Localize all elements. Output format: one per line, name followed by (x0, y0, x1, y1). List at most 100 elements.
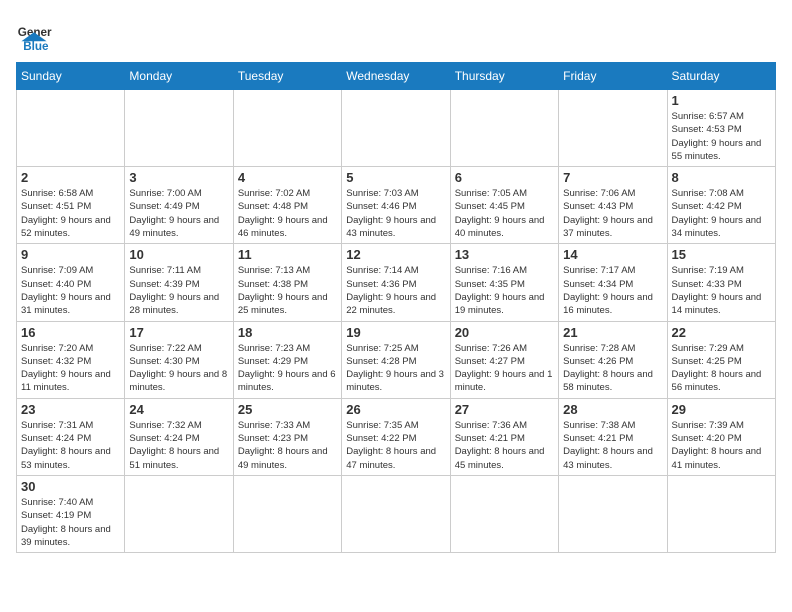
cell-day-number: 22 (672, 325, 771, 340)
calendar-cell: 24Sunrise: 7:32 AM Sunset: 4:24 PM Dayli… (125, 398, 233, 475)
cell-day-number: 6 (455, 170, 554, 185)
cell-info-text: Sunrise: 7:26 AM Sunset: 4:27 PM Dayligh… (455, 342, 554, 395)
cell-info-text: Sunrise: 7:02 AM Sunset: 4:48 PM Dayligh… (238, 187, 337, 240)
calendar-week-row: 1 Sunrise: 6:57 AM Sunset: 4:53 PM Daylig… (17, 90, 776, 167)
cell-day-number: 9 (21, 247, 120, 262)
cell-day-number: 23 (21, 402, 120, 417)
cell-info-text: Sunrise: 7:13 AM Sunset: 4:38 PM Dayligh… (238, 264, 337, 317)
cell-day-number: 21 (563, 325, 662, 340)
cell-day-number: 27 (455, 402, 554, 417)
calendar-cell: 28 Sunrise: 7:38 AM Sunset: 4:21 PM Dayli… (559, 398, 667, 475)
calendar-week-row: 30 Sunrise: 7:40 AM Sunset: 4:19 PM Dayli… (17, 475, 776, 552)
cell-day-number: 16 (21, 325, 120, 340)
cell-info-text: Sunrise: 7:33 AM Sunset: 4:23 PM Dayligh… (238, 419, 337, 472)
weekday-header-saturday: Saturday (667, 63, 775, 90)
cell-day-number: 7 (563, 170, 662, 185)
cell-info-text: Sunrise: 7:11 AM Sunset: 4:39 PM Dayligh… (129, 264, 228, 317)
calendar-cell (17, 90, 125, 167)
weekday-header-sunday: Sunday (17, 63, 125, 90)
cell-info-text: Sunrise: 7:23 AM Sunset: 4:29 PM Dayligh… (238, 342, 337, 395)
calendar-week-row: 2 Sunrise: 6:58 AM Sunset: 4:51 PM Daylig… (17, 167, 776, 244)
cell-day-number: 13 (455, 247, 554, 262)
cell-info-text: Sunrise: 7:05 AM Sunset: 4:45 PM Dayligh… (455, 187, 554, 240)
calendar-cell (125, 475, 233, 552)
cell-day-number: 12 (346, 247, 445, 262)
cell-day-number: 1 (672, 93, 771, 108)
cell-day-number: 28 (563, 402, 662, 417)
calendar-cell: 23 Sunrise: 7:31 AM Sunset: 4:24 PM Dayli… (17, 398, 125, 475)
calendar-cell (450, 475, 558, 552)
weekday-header-tuesday: Tuesday (233, 63, 341, 90)
cell-info-text: Sunrise: 7:00 AM Sunset: 4:49 PM Dayligh… (129, 187, 228, 240)
calendar-cell (559, 475, 667, 552)
cell-day-number: 5 (346, 170, 445, 185)
calendar-cell: 9 Sunrise: 7:09 AM Sunset: 4:40 PM Daylig… (17, 244, 125, 321)
calendar-cell: 3 Sunrise: 7:00 AM Sunset: 4:49 PM Daylig… (125, 167, 233, 244)
cell-day-number: 20 (455, 325, 554, 340)
cell-info-text: Sunrise: 7:09 AM Sunset: 4:40 PM Dayligh… (21, 264, 120, 317)
cell-day-number: 3 (129, 170, 228, 185)
svg-text:Blue: Blue (23, 40, 49, 52)
calendar-week-row: 16Sunrise: 7:20 AM Sunset: 4:32 PM Dayli… (17, 321, 776, 398)
calendar-cell (233, 90, 341, 167)
calendar-cell: 8 Sunrise: 7:08 AM Sunset: 4:42 PM Daylig… (667, 167, 775, 244)
cell-day-number: 18 (238, 325, 337, 340)
calendar-cell (559, 90, 667, 167)
cell-info-text: Sunrise: 6:58 AM Sunset: 4:51 PM Dayligh… (21, 187, 120, 240)
cell-info-text: Sunrise: 7:28 AM Sunset: 4:26 PM Dayligh… (563, 342, 662, 395)
cell-day-number: 29 (672, 402, 771, 417)
calendar-cell: 5 Sunrise: 7:03 AM Sunset: 4:46 PM Daylig… (342, 167, 450, 244)
logo: General Blue (16, 16, 56, 52)
calendar-cell (125, 90, 233, 167)
cell-info-text: Sunrise: 7:22 AM Sunset: 4:30 PM Dayligh… (129, 342, 228, 395)
calendar-cell: 7Sunrise: 7:06 AM Sunset: 4:43 PM Daylig… (559, 167, 667, 244)
cell-day-number: 14 (563, 247, 662, 262)
cell-day-number: 15 (672, 247, 771, 262)
calendar-cell: 27 Sunrise: 7:36 AM Sunset: 4:21 PM Dayli… (450, 398, 558, 475)
calendar-cell: 16Sunrise: 7:20 AM Sunset: 4:32 PM Dayli… (17, 321, 125, 398)
cell-day-number: 8 (672, 170, 771, 185)
calendar-cell: 29Sunrise: 7:39 AM Sunset: 4:20 PM Dayli… (667, 398, 775, 475)
cell-day-number: 2 (21, 170, 120, 185)
calendar-week-row: 9 Sunrise: 7:09 AM Sunset: 4:40 PM Daylig… (17, 244, 776, 321)
calendar-cell: 12 Sunrise: 7:14 AM Sunset: 4:36 PM Dayli… (342, 244, 450, 321)
calendar-cell (233, 475, 341, 552)
calendar-cell: 18 Sunrise: 7:23 AM Sunset: 4:29 PM Dayli… (233, 321, 341, 398)
cell-info-text: Sunrise: 7:36 AM Sunset: 4:21 PM Dayligh… (455, 419, 554, 472)
cell-day-number: 25 (238, 402, 337, 417)
cell-day-number: 30 (21, 479, 120, 494)
weekday-header-friday: Friday (559, 63, 667, 90)
cell-info-text: Sunrise: 7:03 AM Sunset: 4:46 PM Dayligh… (346, 187, 445, 240)
cell-info-text: Sunrise: 6:57 AM Sunset: 4:53 PM Dayligh… (672, 110, 771, 163)
calendar-cell: 6 Sunrise: 7:05 AM Sunset: 4:45 PM Daylig… (450, 167, 558, 244)
calendar-cell: 20 Sunrise: 7:26 AM Sunset: 4:27 PM Dayli… (450, 321, 558, 398)
calendar-cell: 15 Sunrise: 7:19 AM Sunset: 4:33 PM Dayli… (667, 244, 775, 321)
cell-info-text: Sunrise: 7:38 AM Sunset: 4:21 PM Dayligh… (563, 419, 662, 472)
calendar-cell: 11 Sunrise: 7:13 AM Sunset: 4:38 PM Dayli… (233, 244, 341, 321)
calendar-cell: 22 Sunrise: 7:29 AM Sunset: 4:25 PM Dayli… (667, 321, 775, 398)
calendar-cell (342, 90, 450, 167)
calendar: SundayMondayTuesdayWednesdayThursdayFrid… (16, 62, 776, 553)
cell-day-number: 19 (346, 325, 445, 340)
weekday-header-wednesday: Wednesday (342, 63, 450, 90)
cell-info-text: Sunrise: 7:25 AM Sunset: 4:28 PM Dayligh… (346, 342, 445, 395)
calendar-body: 1 Sunrise: 6:57 AM Sunset: 4:53 PM Daylig… (17, 90, 776, 553)
cell-info-text: Sunrise: 7:40 AM Sunset: 4:19 PM Dayligh… (21, 496, 120, 549)
cell-info-text: Sunrise: 7:32 AM Sunset: 4:24 PM Dayligh… (129, 419, 228, 472)
weekday-header-row: SundayMondayTuesdayWednesdayThursdayFrid… (17, 63, 776, 90)
cell-info-text: Sunrise: 7:31 AM Sunset: 4:24 PM Dayligh… (21, 419, 120, 472)
cell-info-text: Sunrise: 7:14 AM Sunset: 4:36 PM Dayligh… (346, 264, 445, 317)
calendar-cell: 26Sunrise: 7:35 AM Sunset: 4:22 PM Dayli… (342, 398, 450, 475)
calendar-cell (342, 475, 450, 552)
cell-day-number: 17 (129, 325, 228, 340)
cell-info-text: Sunrise: 7:35 AM Sunset: 4:22 PM Dayligh… (346, 419, 445, 472)
cell-info-text: Sunrise: 7:19 AM Sunset: 4:33 PM Dayligh… (672, 264, 771, 317)
weekday-header-monday: Monday (125, 63, 233, 90)
calendar-cell: 13 Sunrise: 7:16 AM Sunset: 4:35 PM Dayli… (450, 244, 558, 321)
calendar-cell: 21 Sunrise: 7:28 AM Sunset: 4:26 PM Dayli… (559, 321, 667, 398)
cell-info-text: Sunrise: 7:16 AM Sunset: 4:35 PM Dayligh… (455, 264, 554, 317)
calendar-cell: 17 Sunrise: 7:22 AM Sunset: 4:30 PM Dayli… (125, 321, 233, 398)
cell-day-number: 11 (238, 247, 337, 262)
cell-info-text: Sunrise: 7:08 AM Sunset: 4:42 PM Dayligh… (672, 187, 771, 240)
cell-info-text: Sunrise: 7:29 AM Sunset: 4:25 PM Dayligh… (672, 342, 771, 395)
